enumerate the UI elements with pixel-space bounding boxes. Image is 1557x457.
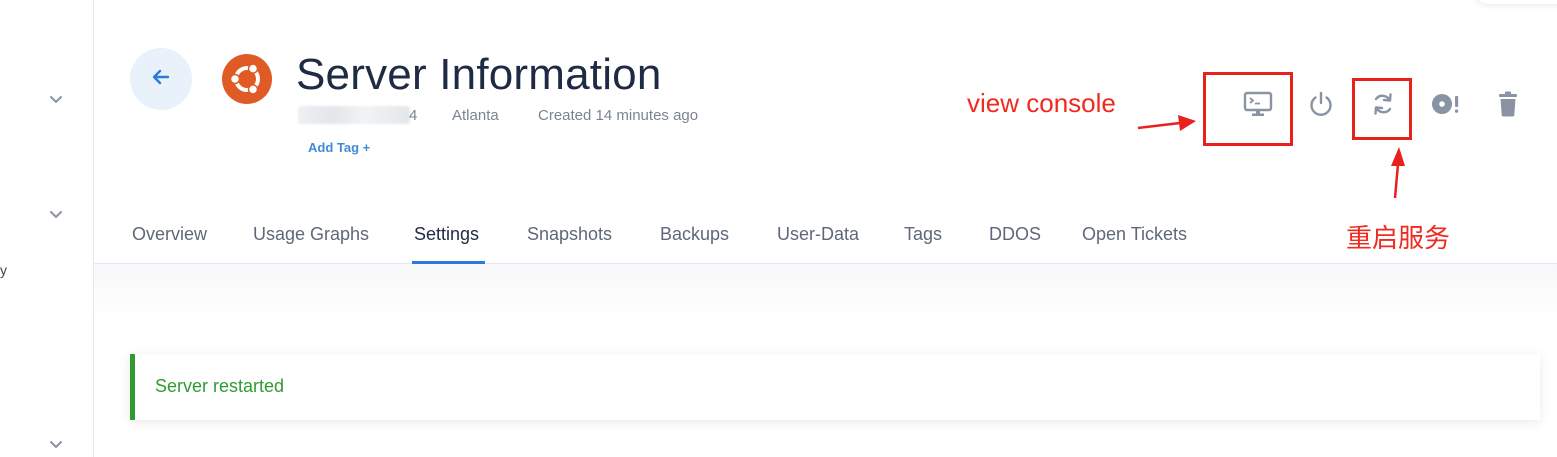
tab-settings[interactable]: Settings bbox=[414, 224, 479, 245]
tab-bar: Overview Usage Graphs Settings Snapshots… bbox=[94, 205, 1557, 264]
tab-ddos[interactable]: DDOS bbox=[989, 224, 1041, 245]
page-root: y Server Information 4 Atlanta Created 1… bbox=[0, 0, 1557, 457]
alert-message: Server restarted bbox=[155, 376, 285, 396]
tab-snapshots[interactable]: Snapshots bbox=[527, 224, 612, 245]
tab-open-tickets[interactable]: Open Tickets bbox=[1082, 224, 1187, 245]
tab-usage-graphs[interactable]: Usage Graphs bbox=[253, 224, 369, 245]
success-alert: Server restarted bbox=[130, 354, 1540, 420]
view-console-annotation: view console bbox=[967, 88, 1116, 118]
tab-overview[interactable]: Overview bbox=[132, 224, 207, 245]
tab-user-data[interactable]: User-Data bbox=[777, 224, 859, 245]
tab-tags[interactable]: Tags bbox=[904, 224, 942, 245]
content-top-shadow bbox=[94, 264, 1557, 324]
tab-backups[interactable]: Backups bbox=[660, 224, 729, 245]
